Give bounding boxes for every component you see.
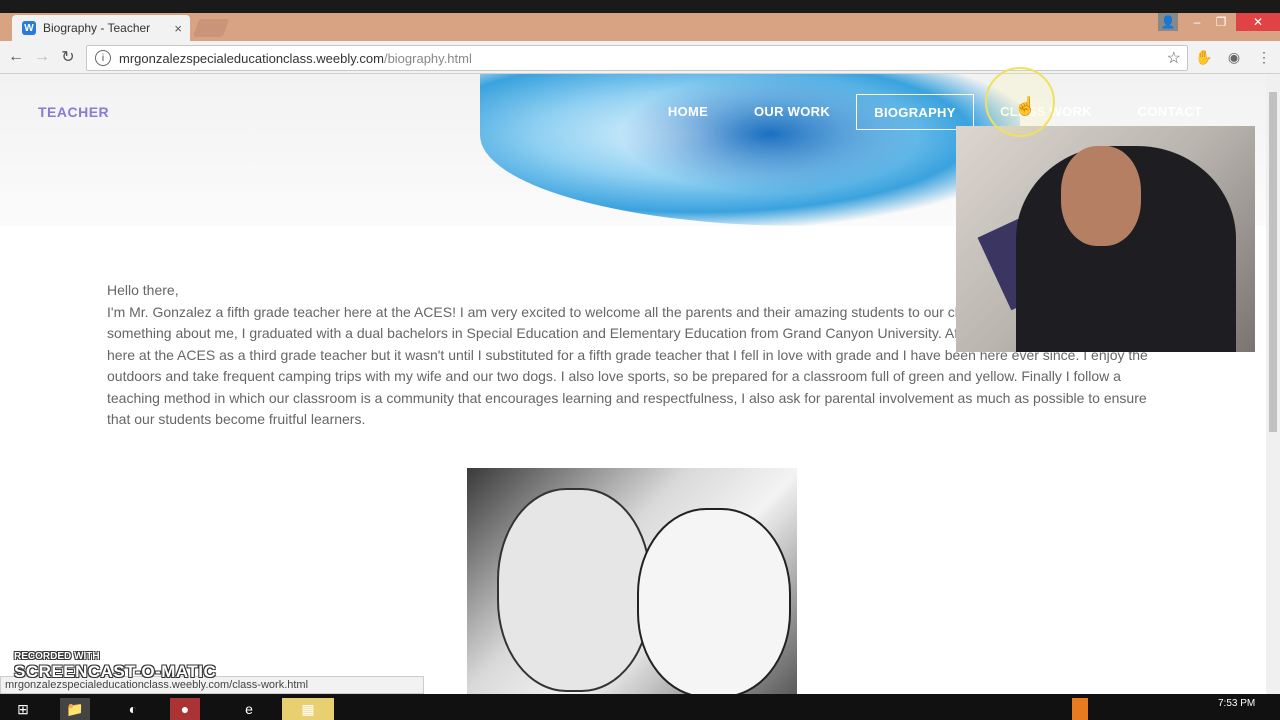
- nav-home[interactable]: HOME: [658, 94, 718, 128]
- woman-face: [637, 508, 791, 694]
- taskbar-clock: 7:53 PM: [1218, 698, 1256, 709]
- recorder-taskbar-icon[interactable]: ▦: [282, 698, 334, 720]
- webcam-overlay: [956, 126, 1255, 352]
- nav-biography[interactable]: BIOGRAPHY: [856, 94, 974, 130]
- close-window-icon[interactable]: ✕: [1236, 13, 1280, 31]
- hand-cursor-icon: ☝: [1014, 96, 1037, 116]
- url-text: mrgonzalezspecialeducationclass.weebly.c…: [119, 50, 472, 66]
- minimize-icon[interactable]: –: [1186, 13, 1208, 31]
- extension-icon[interactable]: ✋: [1195, 49, 1212, 65]
- nav-contact[interactable]: CONTACT: [1128, 94, 1212, 128]
- man-face: [497, 488, 651, 692]
- user-profile-icon[interactable]: 👤: [1158, 13, 1178, 31]
- forward-arrow-icon[interactable]: →: [32, 47, 52, 67]
- watermark-line2: SCREENCAST-O-MATIC: [14, 662, 217, 681]
- restore-icon[interactable]: ❐: [1210, 13, 1232, 31]
- weebly-favicon-icon: W: [22, 21, 36, 35]
- ie-taskbar-icon[interactable]: e: [234, 698, 264, 720]
- app-icon[interactable]: ◐: [118, 698, 148, 720]
- presenter-head: [1061, 146, 1141, 246]
- tab-title: Biography - Teacher: [43, 21, 151, 35]
- window-top-bar: [0, 0, 1280, 13]
- file-explorer-icon[interactable]: 📁: [60, 698, 90, 720]
- couple-photo: [467, 468, 797, 694]
- blue-smoke-accent: [620, 74, 920, 194]
- menu-icon[interactable]: ⋮: [1256, 49, 1272, 65]
- site-brand[interactable]: TEACHER: [38, 104, 109, 120]
- browser-tab[interactable]: W Biography - Teacher ×: [12, 15, 190, 41]
- chrome-taskbar-icon[interactable]: ●: [170, 698, 200, 720]
- tab-close-icon[interactable]: ×: [174, 21, 182, 36]
- browser-toolbar: ← → ↻ i mrgonzalezspecialeducationclass.…: [0, 41, 1280, 74]
- tray-icon[interactable]: [1072, 698, 1088, 720]
- info-icon[interactable]: i: [95, 50, 111, 66]
- star-icon[interactable]: ☆: [1167, 48, 1181, 68]
- scrollbar-thumb[interactable]: [1269, 92, 1277, 432]
- watermark-line1: RECORDED WITH: [14, 651, 100, 662]
- back-arrow-icon[interactable]: ←: [6, 47, 26, 67]
- reload-icon[interactable]: ↻: [58, 47, 78, 67]
- extension-eye-icon[interactable]: ◉: [1226, 49, 1242, 65]
- start-button-icon[interactable]: ⊞: [8, 698, 38, 720]
- tab-strip: [0, 13, 1280, 41]
- screencast-watermark: RECORDED WITH SCREENCAST-O-MATIC: [14, 651, 216, 682]
- nav-our-work[interactable]: OUR WORK: [746, 94, 838, 128]
- page-scrollbar[interactable]: [1266, 74, 1280, 694]
